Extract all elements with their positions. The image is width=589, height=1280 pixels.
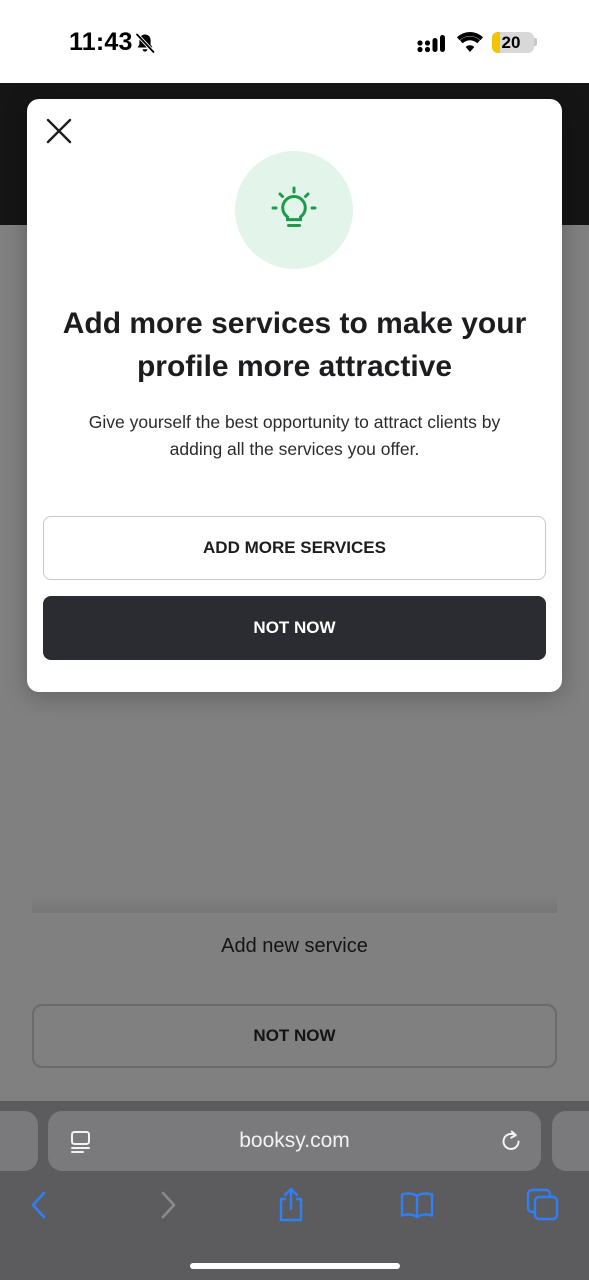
modal-title: Add more services to make your profile m… — [62, 307, 527, 383]
battery-indicator: 20 — [492, 32, 534, 53]
wifi-icon — [457, 31, 483, 52]
add-new-service-link: Add new service — [221, 935, 368, 957]
previous-tab-peek[interactable] — [0, 1111, 38, 1171]
tabs-icon — [526, 1188, 559, 1221]
home-indicator[interactable] — [190, 1263, 400, 1269]
back-button[interactable] — [21, 1187, 57, 1223]
cellular-signal-icon — [417, 35, 445, 53]
not-now-button[interactable]: NOT NOW — [43, 596, 546, 660]
book-icon — [400, 1192, 434, 1219]
battery-level: 20 — [501, 33, 521, 52]
browser-bottom-bar: booksy.com — [0, 1101, 589, 1280]
services-suggestion-modal: Add more services to make your profile m… — [27, 99, 562, 692]
url-text[interactable]: booksy.com — [48, 1111, 541, 1171]
bookmarks-button[interactable] — [399, 1187, 435, 1223]
reload-icon[interactable] — [499, 1129, 523, 1153]
status-bar: 11:43 20 — [0, 0, 589, 83]
next-tab-peek[interactable] — [552, 1111, 589, 1171]
share-icon — [279, 1187, 303, 1222]
add-more-services-button[interactable]: ADD MORE SERVICES — [43, 516, 546, 580]
address-bar[interactable]: booksy.com — [48, 1111, 541, 1171]
forward-button[interactable] — [150, 1187, 186, 1223]
close-icon — [46, 118, 72, 144]
close-button[interactable] — [43, 115, 75, 147]
modal-description: Give yourself the best opportunity to at… — [88, 412, 501, 459]
page-not-now-button: NOT NOW — [32, 1004, 557, 1068]
chevron-right-icon — [161, 1191, 176, 1219]
chevron-left-icon — [31, 1191, 46, 1219]
bell-slash-icon — [135, 33, 155, 54]
share-button[interactable] — [273, 1187, 309, 1223]
page-divider — [32, 895, 557, 913]
icon-badge — [235, 151, 353, 269]
battery-cap — [534, 38, 537, 46]
tabs-button[interactable] — [525, 1187, 561, 1223]
status-time: 11:43 — [69, 28, 133, 56]
lightbulb-icon — [271, 186, 317, 227]
